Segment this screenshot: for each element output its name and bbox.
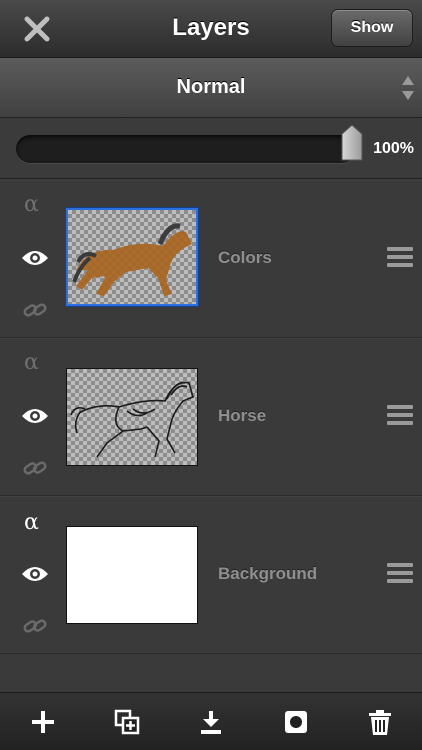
blend-mode-label: Normal [176, 76, 246, 98]
layer-name: Colors [218, 248, 272, 267]
layer-thumbnail[interactable] [66, 208, 198, 306]
eye-icon[interactable] [20, 406, 50, 426]
layer-row-horse[interactable]: α Horse [0, 338, 422, 496]
layer-thumbnail[interactable] [66, 526, 198, 624]
header-bar: Layers Show [0, 0, 422, 58]
link-icon[interactable] [22, 300, 48, 320]
up-down-arrows-icon [402, 76, 414, 100]
opacity-slider-track[interactable] [16, 135, 356, 163]
eye-icon[interactable] [20, 564, 50, 584]
opacity-slider-thumb[interactable] [340, 124, 364, 162]
alpha-lock-icon[interactable]: α [24, 510, 39, 535]
drag-handle-icon[interactable] [387, 247, 413, 269]
drag-handle-icon[interactable] [387, 563, 413, 585]
link-icon[interactable] [22, 458, 48, 478]
link-icon[interactable] [22, 616, 48, 636]
show-button[interactable]: Show [331, 9, 413, 47]
drag-handle-icon[interactable] [387, 405, 413, 427]
delete-icon[interactable] [366, 708, 394, 736]
duplicate-layer-icon[interactable] [113, 708, 141, 736]
mask-icon[interactable] [282, 708, 310, 736]
horse-colored-image [72, 223, 192, 296]
bottom-toolbar [0, 692, 422, 750]
eye-icon[interactable] [20, 248, 50, 268]
layer-name: Background [218, 564, 318, 583]
layer-row-background[interactable]: α Background [0, 496, 422, 654]
alpha-lock-icon[interactable]: α [24, 350, 39, 375]
alpha-lock-icon[interactable]: α [24, 192, 39, 217]
blend-mode-selector[interactable]: Normal [0, 58, 422, 118]
layer-thumbnail[interactable] [66, 368, 198, 466]
add-layer-icon[interactable] [29, 708, 57, 736]
layer-row-colors[interactable]: α Colors [0, 180, 422, 338]
merge-down-icon[interactable] [197, 708, 225, 736]
horse-sketch-image [70, 381, 194, 458]
opacity-value: 100% [373, 140, 414, 157]
layer-name: Horse [218, 406, 267, 425]
